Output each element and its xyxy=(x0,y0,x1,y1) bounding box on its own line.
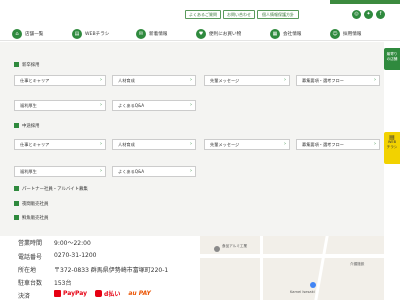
nav-label: 店舗一覧 xyxy=(25,32,44,37)
mid-career-messages-link[interactable]: 先輩メッセージ xyxy=(204,139,290,150)
map-pin-icon[interactable] xyxy=(214,246,220,252)
category-title: 中途採用 xyxy=(22,123,40,129)
map-road xyxy=(200,254,384,258)
mid-career-career-link[interactable]: 仕事とキャリア xyxy=(14,139,106,150)
store-icon: ⌂ xyxy=(12,29,22,39)
bullet-square-icon xyxy=(14,123,19,128)
main-nav: ⌂ 店舗一覧 ▤ WEBチラシ ✉ 新着情報 ♥ 便利にお買い物 ▦ 会社情報 … xyxy=(0,26,400,41)
nearest-store-button[interactable]: 最寄り の店舗 xyxy=(384,48,400,70)
recruit-icon: ☺ xyxy=(330,29,340,39)
store-info: 営業時間 9:00～22:00 電話番号 0270-31-1200 所在地 〒3… xyxy=(0,236,200,300)
bullet-square-icon xyxy=(14,62,19,67)
header-accent-stripe xyxy=(330,0,400,4)
new-grad-benefits-link[interactable]: 福利厚生 xyxy=(14,100,106,111)
nav-label: 新着情報 xyxy=(149,32,168,37)
nav-label: WEBチラシ xyxy=(85,32,110,37)
paypay-text: PayPay xyxy=(63,290,88,297)
new-grad-messages-link[interactable]: 先輩メッセージ xyxy=(204,75,290,86)
bullet-square-icon xyxy=(14,201,19,206)
nav-convenient-shopping[interactable]: ♥ 便利にお買い物 xyxy=(196,29,241,39)
chirashi-button[interactable]: ▤ WEB チラシ xyxy=(384,132,400,164)
parking-label: 駐車台数 xyxy=(18,280,43,287)
address-label: 所在地 xyxy=(18,267,37,274)
bullet-square-icon xyxy=(14,215,19,220)
cart-icon: ♥ xyxy=(196,29,206,39)
category-title: パートナー社員・アルバイト募集 xyxy=(22,186,88,192)
category-mid-career[interactable]: 中途採用 xyxy=(14,122,40,129)
top-bar: よくあるご質問 お問い合わせ 個人情報保護方針 ◎ ✦ f xyxy=(0,0,400,26)
nav-recruit[interactable]: ☺ 採用情報 xyxy=(330,29,361,39)
category-new-grad[interactable]: 新卒採用 xyxy=(14,61,40,68)
map-label: 介護施設 xyxy=(350,262,365,266)
category-title: 新卒採用 xyxy=(22,62,40,68)
phone-value[interactable]: 0270-31-1200 xyxy=(54,252,97,259)
mid-career-training-link[interactable]: 人材育成 xyxy=(112,139,196,150)
nav-web-chirashi[interactable]: ▤ WEBチラシ xyxy=(72,29,109,39)
news-icon: ✉ xyxy=(136,29,146,39)
new-grad-training-link[interactable]: 人材育成 xyxy=(112,75,196,86)
company-icon: ▦ xyxy=(270,29,280,39)
chirashi-label: WEB チラシ xyxy=(386,140,398,149)
recruit-dropdown: 新卒採用 仕事とキャリア 人材育成 先輩メッセージ 募集要項・選考フロー 福利厚… xyxy=(0,42,384,236)
bullet-square-icon xyxy=(14,186,19,191)
address-value: 〒372-0833 群馬県伊勢崎市富塚町220-1 xyxy=(54,267,169,274)
mid-career-faq-link[interactable]: よくあるQ&A xyxy=(112,166,196,177)
map-road xyxy=(314,236,329,300)
new-grad-career-link[interactable]: 仕事とキャリア xyxy=(14,75,106,86)
mid-career-requirements-link[interactable]: 募集要項・選考フロー xyxy=(296,139,380,150)
category-title: 夜間販売社員 xyxy=(22,201,49,207)
paypay-icon xyxy=(54,290,61,297)
dbarai-logo: d払い xyxy=(95,289,120,298)
hours-value: 9:00～22:00 xyxy=(54,240,91,247)
payment-methods: PayPay d払い au PAY xyxy=(54,289,151,298)
nav-label: 会社情報 xyxy=(283,32,302,37)
parking-value: 153台 xyxy=(54,280,72,287)
nav-label: 便利にお買い物 xyxy=(209,32,242,37)
paypay-logo: PayPay xyxy=(54,290,87,297)
map-road xyxy=(260,236,263,300)
category-title: 鮮魚販売社員 xyxy=(22,215,49,221)
store-map[interactable]: 食品アルミ工業 Kamei Isesaki 介護施設 xyxy=(200,236,384,300)
facebook-icon[interactable]: f xyxy=(376,10,385,19)
nav-store-list[interactable]: ⌂ 店舗一覧 xyxy=(12,29,43,39)
nav-label: 採用情報 xyxy=(343,32,362,37)
phone-label: 電話番号 xyxy=(18,254,43,261)
contact-link[interactable]: お問い合わせ xyxy=(223,10,255,19)
map-label: Kamei Isesaki xyxy=(290,290,315,294)
hours-label: 営業時間 xyxy=(18,240,43,247)
nav-company-info[interactable]: ▦ 会社情報 xyxy=(270,29,301,39)
category-fish-sales[interactable]: 鮮魚販売社員 xyxy=(14,214,48,221)
dbarai-text: d払い xyxy=(104,291,121,298)
category-night-sales[interactable]: 夜間販売社員 xyxy=(14,200,48,207)
flyer-icon: ▤ xyxy=(72,29,82,39)
dbarai-icon xyxy=(95,290,103,297)
map-label: 食品アルミ工業 xyxy=(222,244,248,248)
nav-news[interactable]: ✉ 新着情報 xyxy=(136,29,167,39)
new-grad-faq-link[interactable]: よくあるQ&A xyxy=(112,100,196,111)
aupay-logo: au PAY xyxy=(128,290,151,297)
twitter-icon[interactable]: ✦ xyxy=(364,10,373,19)
payment-label: 決済 xyxy=(18,293,31,300)
privacy-policy-link[interactable]: 個人情報保護方針 xyxy=(257,10,299,19)
mid-career-benefits-link[interactable]: 福利厚生 xyxy=(14,166,106,177)
new-grad-requirements-link[interactable]: 募集要項・選考フロー xyxy=(296,75,380,86)
faq-link[interactable]: よくあるご質問 xyxy=(185,10,221,19)
instagram-icon[interactable]: ◎ xyxy=(352,10,361,19)
category-partner[interactable]: パートナー社員・アルバイト募集 xyxy=(14,185,88,192)
map-pin-icon[interactable] xyxy=(310,282,316,288)
nearest-store-label: 最寄り の店舗 xyxy=(386,52,398,61)
